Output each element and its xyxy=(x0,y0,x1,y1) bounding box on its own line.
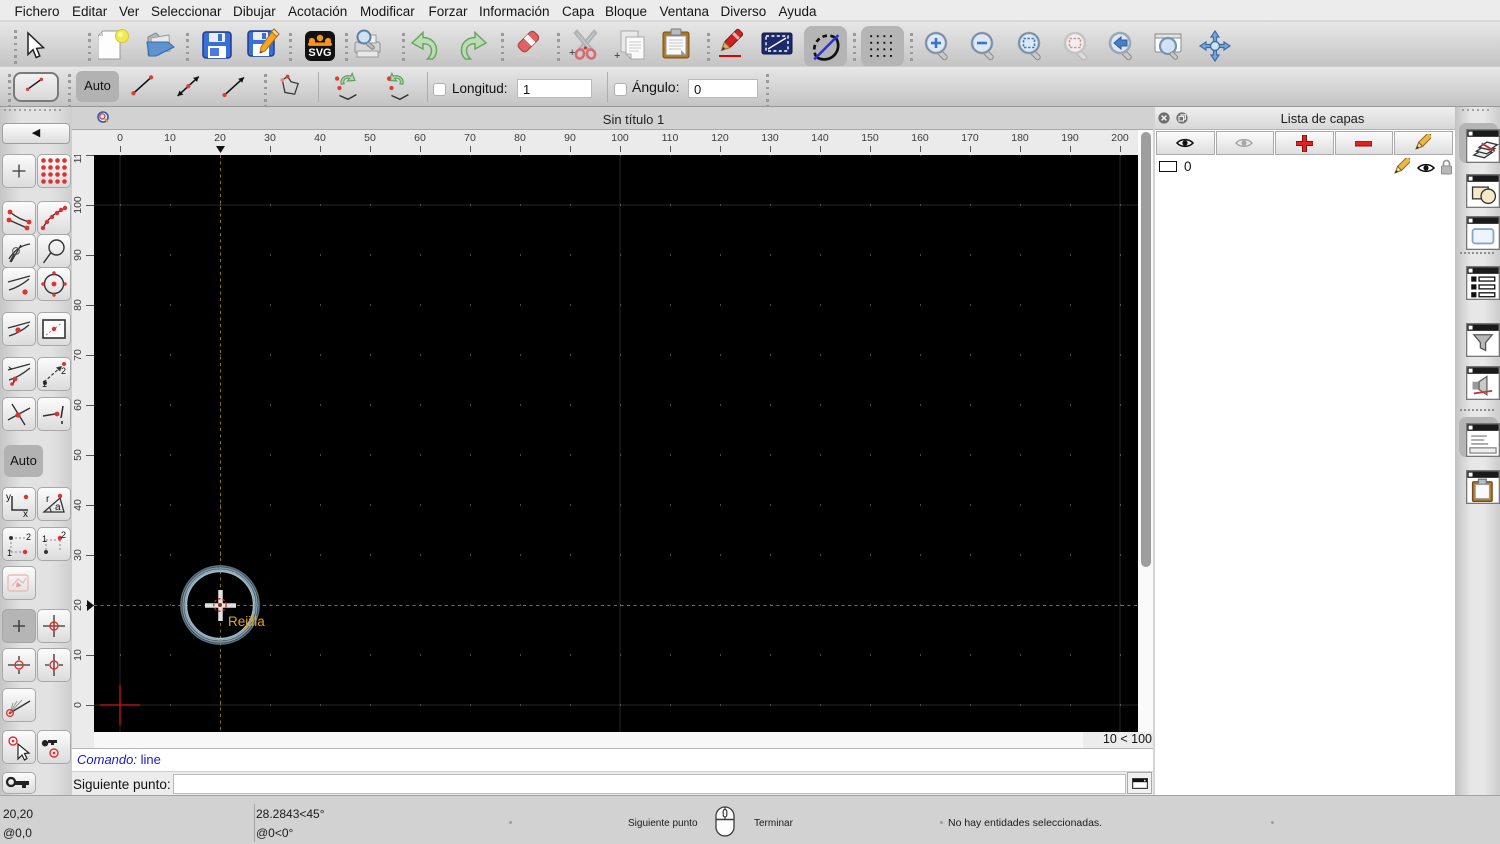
svg-text:x: x xyxy=(23,509,28,518)
svg-text:r: r xyxy=(46,494,50,505)
svg-text:2: 2 xyxy=(61,366,66,376)
svg-text:+: + xyxy=(614,50,620,62)
svg-text:a: a xyxy=(55,502,61,513)
svg-text:y: y xyxy=(6,492,11,503)
svg-text:+: + xyxy=(569,47,575,59)
svg-text:1: 1 xyxy=(7,548,12,558)
svg-text:1: 1 xyxy=(42,379,47,388)
svg-text:Rejilla: Rejilla xyxy=(228,614,265,629)
svg-text:1: 1 xyxy=(42,534,47,544)
svg-text:SVG: SVG xyxy=(308,47,331,59)
svg-text:2: 2 xyxy=(26,532,31,542)
svg-text:2: 2 xyxy=(61,530,66,540)
